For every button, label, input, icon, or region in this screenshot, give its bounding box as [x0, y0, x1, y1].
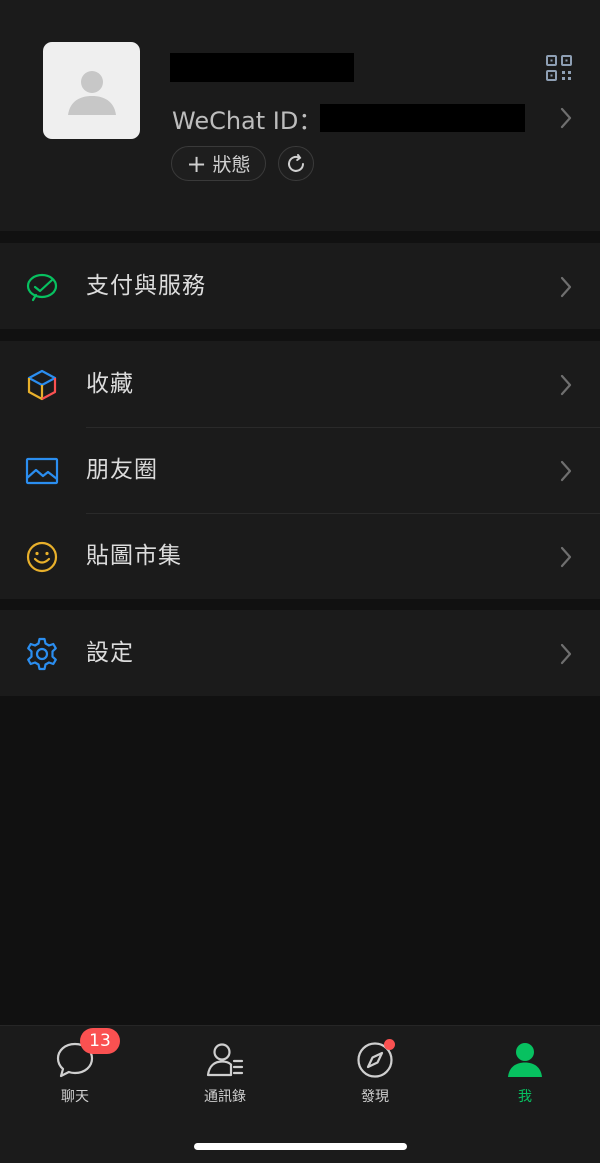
redacted-nickname — [170, 53, 354, 82]
menu-item-settings[interactable]: 設定 — [0, 610, 600, 696]
tab-contacts[interactable]: 通訊錄 — [150, 1026, 300, 1126]
default-avatar-icon — [67, 70, 116, 115]
contacts-icon — [206, 1043, 244, 1077]
favorites-cube-icon — [27, 369, 57, 401]
tab-label-discover: 發現 — [361, 1089, 389, 1105]
qr-code-icon[interactable] — [546, 55, 572, 81]
me-screen: WeChat ID： + 狀態 支付與服務 收藏 朋友圈 貼圖市集 設定 13 … — [0, 0, 600, 1163]
chevron-right-icon — [560, 643, 572, 665]
tab-label-contacts: 通訊錄 — [204, 1089, 246, 1105]
chevron-right-icon — [560, 107, 572, 129]
menu-label-favorites: 收藏 — [86, 371, 134, 397]
menu-label-stickers: 貼圖市集 — [86, 543, 182, 569]
add-status-button[interactable]: + 狀態 — [171, 146, 266, 181]
menu-group-pay: 支付與服務 — [0, 243, 600, 329]
status-label: 狀態 — [212, 154, 251, 176]
tab-label-me: 我 — [518, 1089, 532, 1105]
gear-icon — [27, 637, 57, 671]
tab-discover[interactable]: 發現 — [300, 1026, 450, 1126]
refresh-icon — [288, 153, 304, 172]
chevron-right-icon — [560, 374, 572, 396]
plus-icon: + — [186, 149, 207, 178]
chevron-right-icon — [560, 546, 572, 568]
menu-item-stickers[interactable]: 貼圖市集 — [0, 513, 600, 599]
unread-badge: 13 — [80, 1028, 120, 1054]
chevron-right-icon — [560, 460, 572, 482]
me-person-icon — [508, 1043, 542, 1077]
tab-chats[interactable]: 13 聊天 — [0, 1026, 150, 1126]
chevron-right-icon — [560, 276, 572, 298]
tab-me[interactable]: 我 — [450, 1026, 600, 1126]
refresh-status-button[interactable] — [278, 146, 314, 181]
menu-item-moments[interactable]: 朋友圈 — [0, 427, 600, 513]
wechat-id-label: WeChat ID： — [172, 106, 323, 135]
menu-item-pay[interactable]: 支付與服務 — [0, 243, 600, 329]
menu-label-moments: 朋友圈 — [86, 457, 158, 483]
tab-label-chats: 聊天 — [61, 1089, 89, 1105]
new-moment-dot — [384, 1039, 395, 1050]
redacted-wechat-id — [320, 104, 525, 132]
menu-item-favorites[interactable]: 收藏 — [0, 341, 600, 427]
wechat-id-row: WeChat ID： — [172, 102, 323, 135]
menu-group-settings: 設定 — [0, 610, 600, 696]
smiley-icon — [26, 541, 58, 573]
avatar[interactable] — [43, 42, 140, 139]
menu-label-settings: 設定 — [86, 640, 134, 666]
home-indicator[interactable] — [194, 1143, 407, 1150]
menu-group-content: 收藏 朋友圈 貼圖市集 — [0, 341, 600, 599]
menu-label-pay: 支付與服務 — [86, 273, 206, 299]
profile-header[interactable]: WeChat ID： + 狀態 — [0, 0, 600, 231]
wechat-pay-icon — [26, 273, 58, 302]
moments-image-icon — [25, 457, 59, 485]
